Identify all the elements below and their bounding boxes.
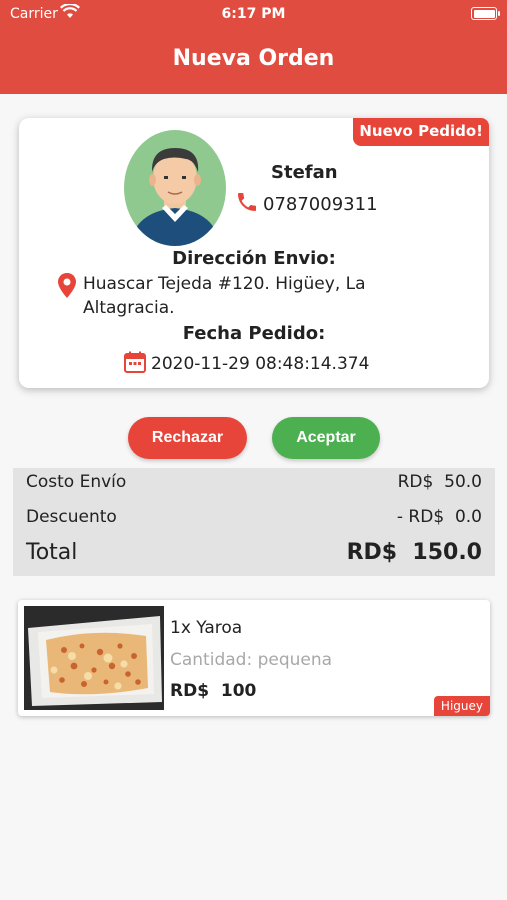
total-row: Total RD$ 150.0 <box>26 540 482 565</box>
list-item[interactable]: 1x Yaroa Cantidad: pequena RD$ 100 Higue… <box>18 600 490 716</box>
location-pin-icon <box>57 272 77 320</box>
food-image <box>24 606 164 710</box>
accept-button[interactable]: Aceptar <box>272 417 380 459</box>
address-title: Dirección Envio: <box>172 248 336 269</box>
phone-icon <box>235 190 259 218</box>
total-label: Total <box>26 540 78 565</box>
date-title: Fecha Pedido: <box>182 323 326 344</box>
phone-number: 0787009311 <box>263 193 378 215</box>
phone-row[interactable]: 0787009311 <box>235 190 378 218</box>
clock: 6:17 PM <box>221 6 286 22</box>
address-row: Huascar Tejeda #120. Higüey, La Altagrac… <box>57 272 397 320</box>
location-tag: Higuey <box>433 696 490 716</box>
date-row: 2020-11-29 08:48:14.374 <box>123 350 369 378</box>
item-name: 1x Yaroa <box>170 618 243 638</box>
shipping-label: Costo Envío <box>26 472 127 492</box>
order-card: Nuevo Pedido! Stefan 0787009311 Direcció… <box>19 118 489 388</box>
status-badge: Nuevo Pedido! <box>353 118 489 146</box>
reject-button[interactable]: Rechazar <box>128 417 247 459</box>
status-bar: Carrier 6:17 PM <box>0 0 507 28</box>
discount-label: Descuento <box>26 507 117 527</box>
shipping-row: Costo Envío RD$ 50.0 <box>26 472 482 492</box>
page-title: Nueva Orden <box>172 46 335 71</box>
order-date: 2020-11-29 08:48:14.374 <box>151 354 370 374</box>
order-summary: Costo Envío RD$ 50.0 Descuento - RD$ 0.0… <box>13 468 495 576</box>
total-value: RD$ 150.0 <box>346 540 482 565</box>
calendar-icon <box>123 350 147 378</box>
battery-icon <box>471 7 500 20</box>
avatar <box>124 130 226 246</box>
app-header: Carrier 6:17 PM Nueva Orden <box>0 0 507 94</box>
discount-value: - RD$ 0.0 <box>396 507 482 527</box>
customer-name: Stefan <box>271 162 338 183</box>
discount-row: Descuento - RD$ 0.0 <box>26 507 482 527</box>
shipping-value: RD$ 50.0 <box>397 472 482 492</box>
item-quantity: Cantidad: pequena <box>170 650 333 670</box>
address-text: Huascar Tejeda #120. Higüey, La Altagrac… <box>83 274 366 318</box>
item-price: RD$ 100 <box>170 681 257 701</box>
